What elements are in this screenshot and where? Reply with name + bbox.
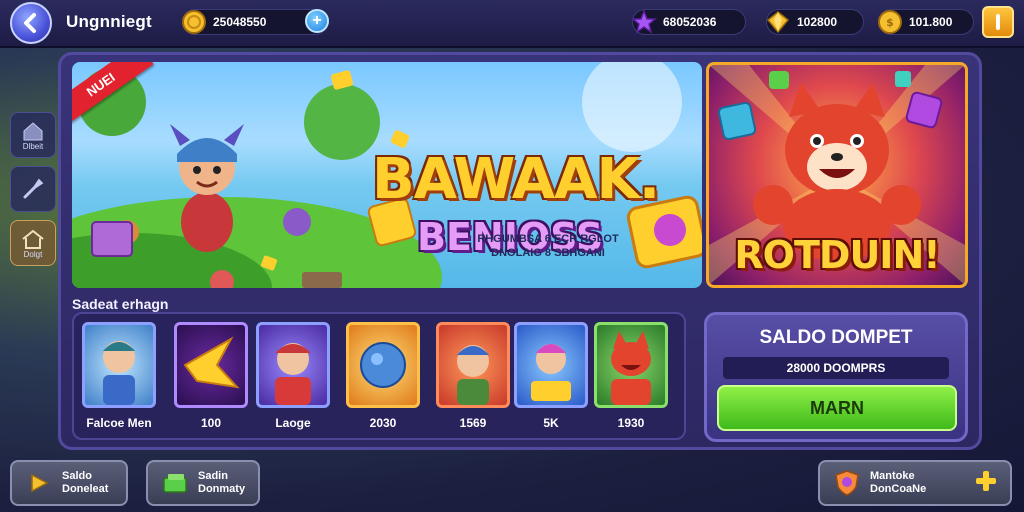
top-bar: Ungnniegt 25048550 + 68052036 102800 $ 1…: [0, 0, 1024, 48]
game-name: Laoge: [275, 416, 311, 430]
game-name: 100: [200, 416, 222, 430]
game-thumb: [436, 322, 510, 408]
add-coins-button[interactable]: +: [305, 9, 329, 33]
gold-gem-icon: [763, 7, 793, 37]
hero-desc-line2: DNOLAIG 8 SBHGANI: [491, 247, 605, 259]
promo-card[interactable]: ROTDUIN!: [706, 62, 968, 288]
game-name: 1569: [459, 416, 487, 430]
sadin-button-line2: Donmaty: [198, 483, 246, 495]
purple-gem-icon: [629, 7, 659, 37]
game-name: 1930: [617, 416, 645, 430]
gold-coin-value: 101.800: [909, 15, 953, 29]
side-nav-tools[interactable]: [10, 166, 56, 212]
game-thumb: [594, 322, 668, 408]
sadin-button-line1: Sadin: [198, 470, 228, 482]
side-nav: Dlbeit Dolgt: [10, 112, 58, 274]
plus-icon: [974, 469, 998, 497]
game-card[interactable]: Laoge: [256, 322, 330, 430]
game-card[interactable]: 1569: [436, 322, 510, 430]
game-card[interactable]: 100: [174, 322, 248, 430]
tools-icon: [23, 178, 44, 199]
game-thumb: [174, 322, 248, 408]
coin-value: 25048550: [213, 15, 267, 29]
gold-gem-balance: 102800: [766, 9, 864, 35]
coin-icon: [179, 7, 209, 37]
side-nav-home[interactable]: Dlbeit: [10, 112, 56, 158]
mantoke-button-line2: DonCoaNe: [870, 483, 927, 495]
game-thumb: [346, 322, 420, 408]
game-card[interactable]: 1930: [594, 322, 668, 430]
hero-banner[interactable]: NUEI BAWAAK. BENIOSS RHGUMBSA 6 ECR RGLO…: [72, 62, 702, 288]
game-name: Falcoe Men: [86, 416, 152, 430]
hero-description: RHGUMBSA 6 ECR RGLOT DNOLAIG 8 SBHGANI: [428, 232, 668, 260]
game-name: 2030: [369, 416, 397, 430]
wallet-balance: 28000 DOOMPRS: [723, 357, 949, 379]
coin-balance: 25048550 +: [179, 7, 329, 37]
game-name: 5K: [543, 416, 559, 430]
purple-gem-value: 68052036: [663, 15, 717, 29]
cash-icon: [160, 468, 190, 498]
shield-icon: [832, 468, 862, 498]
game-thumb: [82, 322, 156, 408]
game-thumb: [514, 322, 588, 408]
promo-label: ROTDUIN!: [734, 233, 940, 277]
gold-gem-value: 102800: [797, 15, 838, 29]
home-icon: [23, 121, 43, 140]
mantoke-button[interactable]: Mantoke DonCoaNe: [818, 460, 1012, 506]
wallet-title: SALDO DOMPET: [759, 327, 913, 348]
saldo-button-line1: Saldo: [62, 470, 92, 482]
wallet-panel: SALDO DOMPET 28000 DOOMPRS MARN: [704, 312, 968, 442]
chevron-left-icon: [24, 13, 36, 33]
game-card[interactable]: 2030: [346, 322, 420, 430]
purple-gem-balance: 68052036: [629, 7, 746, 37]
house-icon: [22, 229, 44, 249]
menu-button[interactable]: [982, 6, 1014, 38]
side-nav-house-label: Dolgt: [23, 249, 43, 259]
saldo-button[interactable]: Saldo Doneleat: [10, 460, 128, 506]
play-icon: [24, 468, 54, 498]
side-nav-home-label: Dlbeit: [22, 141, 44, 151]
back-button[interactable]: [10, 2, 52, 44]
games-row: Falcoe Men 100 Laoge 2030 1569 5K 1930: [72, 312, 686, 440]
sadin-button[interactable]: Sadin Donmaty: [146, 460, 260, 506]
gold-coin-balance: $ 101.800: [878, 9, 974, 35]
mantoke-button-line1: Mantoke: [870, 470, 915, 482]
game-card[interactable]: 5K: [514, 322, 588, 430]
svg-text:$: $: [886, 16, 894, 29]
section-label: Sadeat erhagn: [72, 296, 169, 312]
saldo-button-line2: Doneleat: [62, 483, 109, 495]
hero-title: BAWAAK.: [372, 147, 660, 212]
wallet-action-button[interactable]: MARN: [717, 385, 957, 431]
game-thumb: [256, 322, 330, 408]
game-card[interactable]: Falcoe Men: [82, 322, 156, 430]
coin-icon: $: [875, 7, 905, 37]
app-title: Ungnniegt: [66, 12, 152, 31]
side-nav-house[interactable]: Dolgt: [10, 220, 56, 266]
menu-icon: [996, 14, 1000, 30]
hero-desc-line1: RHGUMBSA 6 ECR RGLOT: [477, 233, 619, 245]
